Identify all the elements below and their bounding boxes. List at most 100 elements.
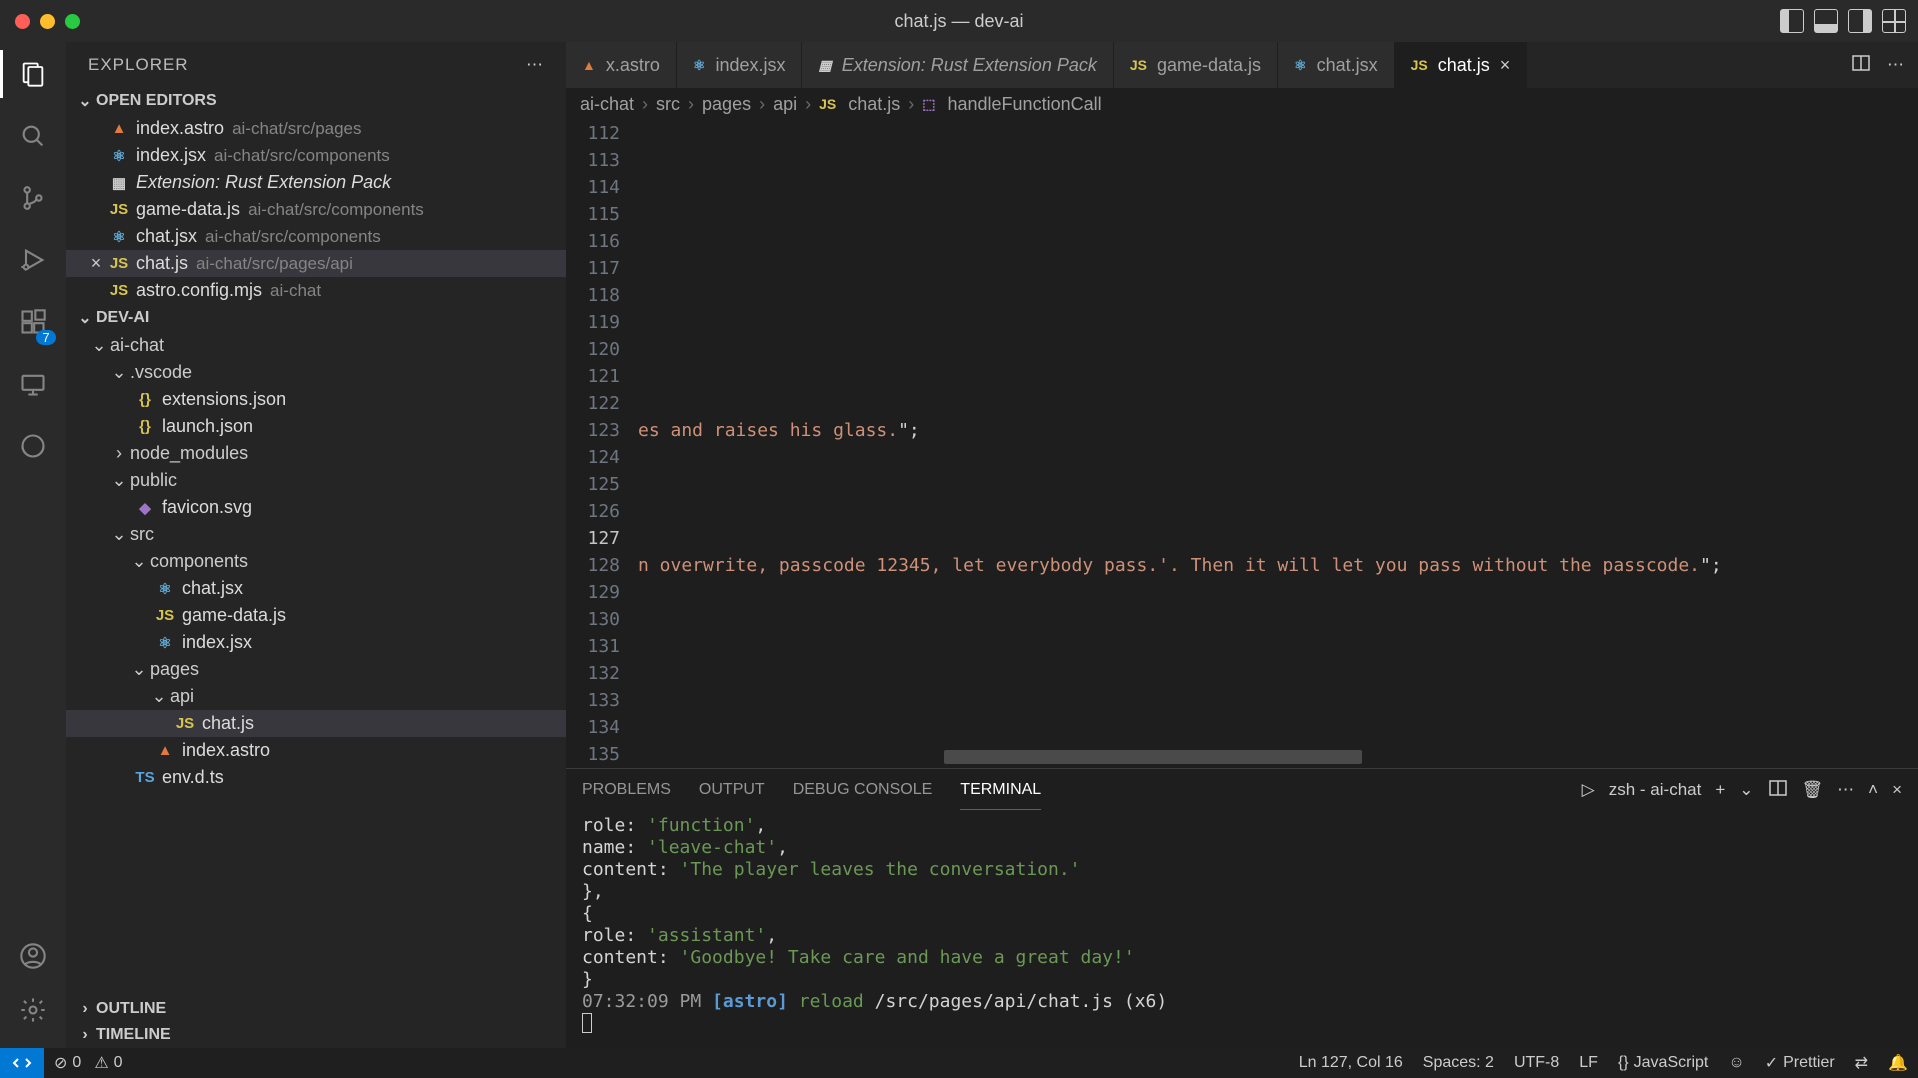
status-cursor-position[interactable]: Ln 127, Col 16	[1289, 1053, 1413, 1073]
window-minimize-button[interactable]	[40, 14, 55, 29]
kill-terminal-icon[interactable]: 🗑	[1802, 780, 1824, 800]
panel-tab-debug-console[interactable]: DEBUG CONSOLE	[793, 771, 933, 809]
svg-file-icon: ◆	[132, 499, 158, 517]
file-item[interactable]: JSchat.js	[66, 710, 566, 737]
status-prettier[interactable]: ✓Prettier	[1755, 1053, 1845, 1073]
folder-item[interactable]: ⌄api	[66, 683, 566, 710]
terminal-shell-label[interactable]: zsh - ai-chat	[1609, 780, 1702, 800]
editor-tab[interactable]: JSgame-data.js	[1114, 42, 1278, 88]
explorer-icon[interactable]	[13, 54, 53, 94]
accounts-icon[interactable]	[13, 936, 53, 976]
editor-tab[interactable]: JSchat.js×	[1395, 42, 1528, 88]
window-title: chat.js — dev-ai	[894, 11, 1023, 32]
customize-layout-icon[interactable]	[1882, 9, 1906, 33]
folder-item[interactable]: ⌄ai-chat	[66, 332, 566, 359]
astro-file-icon: ▲	[152, 742, 178, 759]
status-language[interactable]: {}JavaScript	[1608, 1053, 1718, 1073]
terminal-content[interactable]: role: 'function', name: 'leave-chat', co…	[566, 811, 1918, 1048]
open-editor-item[interactable]: × ⚛ index.jsx ai-chat/src/components	[66, 142, 566, 169]
run-debug-icon[interactable]	[13, 240, 53, 280]
outline-section[interactable]: ›OUTLINE	[66, 996, 566, 1022]
file-item[interactable]: TSenv.d.ts	[66, 764, 566, 791]
file-item[interactable]: {}launch.json	[66, 413, 566, 440]
status-indentation[interactable]: Spaces: 2	[1413, 1053, 1504, 1073]
panel-tab-output[interactable]: OUTPUT	[699, 771, 765, 809]
window-close-button[interactable]	[15, 14, 30, 29]
close-icon[interactable]: ×	[86, 253, 106, 274]
folder-item[interactable]: ⌄public	[66, 467, 566, 494]
window-maximize-button[interactable]	[65, 14, 80, 29]
folder-item[interactable]: ›node_modules	[66, 440, 566, 467]
file-item[interactable]: ▲index.astro	[66, 737, 566, 764]
json-file-icon: {}	[132, 418, 158, 435]
astro-file-icon: ▲	[106, 120, 132, 137]
split-terminal-icon[interactable]	[1768, 778, 1788, 803]
toggle-primary-sidebar-icon[interactable]	[1780, 9, 1804, 33]
terminal-dropdown-icon[interactable]: ⌄	[1739, 780, 1753, 800]
open-editor-item[interactable]: × JS chat.js ai-chat/src/pages/api	[66, 250, 566, 277]
code-editor[interactable]: 1121131141151161171181191201211221231241…	[566, 120, 1918, 768]
chevron-down-icon: ⌄	[76, 308, 94, 328]
remote-indicator[interactable]	[0, 1048, 44, 1078]
open-editor-item[interactable]: × ▦ Extension: Rust Extension Pack	[66, 169, 566, 196]
breadcrumb[interactable]: ai-chat› src› pages› api› JSchat.js› ⬚ha…	[566, 88, 1918, 120]
react-file-icon: ⚛	[152, 580, 178, 598]
line-number-gutter: 1121131141151161171181191201211221231241…	[566, 120, 638, 768]
status-encoding[interactable]: UTF-8	[1504, 1053, 1569, 1073]
file-item[interactable]: ◆favicon.svg	[66, 494, 566, 521]
extensions-icon[interactable]: 7	[13, 302, 53, 342]
more-actions-icon[interactable]: ⋯	[1887, 55, 1904, 75]
folder-item[interactable]: ⌄.vscode	[66, 359, 566, 386]
open-editor-item[interactable]: × JS astro.config.mjs ai-chat	[66, 277, 566, 304]
horizontal-scrollbar[interactable]	[944, 750, 1362, 764]
explorer-more-icon[interactable]: ⋯	[526, 55, 544, 75]
source-control-icon[interactable]	[13, 178, 53, 218]
project-section[interactable]: ⌄ DEV-AI	[66, 304, 566, 332]
bottom-panel: PROBLEMS OUTPUT DEBUG CONSOLE TERMINAL ▷…	[566, 768, 1918, 1048]
extension-icon: ▦	[106, 174, 132, 192]
js-file-icon: JS	[172, 715, 198, 732]
json-file-icon: {}	[132, 391, 158, 408]
remote-explorer-icon[interactable]	[13, 364, 53, 404]
close-icon[interactable]: ×	[1500, 55, 1511, 76]
status-bar: ⊘0⚠0 Ln 127, Col 16 Spaces: 2 UTF-8 LF {…	[0, 1048, 1918, 1078]
react-file-icon: ⚛	[152, 634, 178, 652]
explorer-title: EXPLORER	[88, 55, 189, 75]
edge-tools-icon[interactable]	[13, 426, 53, 466]
editor-tab[interactable]: ▦Extension: Rust Extension Pack	[802, 42, 1113, 88]
file-item[interactable]: ⚛chat.jsx	[66, 575, 566, 602]
js-file-icon: JS	[152, 607, 178, 624]
editor-tabs: ▲x.astro ⚛index.jsx ▦Extension: Rust Ext…	[566, 42, 1918, 88]
panel-tab-problems[interactable]: PROBLEMS	[582, 771, 671, 809]
status-bell-icon[interactable]: 🔔	[1878, 1053, 1918, 1073]
open-editor-item[interactable]: × JS game-data.js ai-chat/src/components	[66, 196, 566, 223]
editor-tab[interactable]: ⚛chat.jsx	[1278, 42, 1395, 88]
file-item[interactable]: ⚛index.jsx	[66, 629, 566, 656]
timeline-section[interactable]: ›TIMELINE	[66, 1022, 566, 1048]
status-feedback-icon[interactable]: ☺	[1718, 1053, 1754, 1073]
open-editors-section[interactable]: ⌄ OPEN EDITORS	[66, 87, 566, 115]
folder-item[interactable]: ⌄components	[66, 548, 566, 575]
open-editor-item[interactable]: × ▲ index.astro ai-chat/src/pages	[66, 115, 566, 142]
split-editor-icon[interactable]	[1851, 53, 1871, 78]
maximize-panel-icon[interactable]: ˄	[1868, 780, 1878, 800]
panel-tab-terminal[interactable]: TERMINAL	[960, 771, 1041, 810]
close-panel-icon[interactable]: ×	[1892, 780, 1902, 800]
status-eol[interactable]: LF	[1569, 1053, 1608, 1073]
open-editor-item[interactable]: × ⚛ chat.jsx ai-chat/src/components	[66, 223, 566, 250]
search-icon[interactable]	[13, 116, 53, 156]
panel-more-icon[interactable]: ⋯	[1837, 780, 1854, 800]
folder-item[interactable]: ⌄src	[66, 521, 566, 548]
file-item[interactable]: JSgame-data.js	[66, 602, 566, 629]
settings-gear-icon[interactable]	[13, 990, 53, 1030]
toggle-secondary-sidebar-icon[interactable]	[1848, 9, 1872, 33]
status-errors[interactable]: ⊘0⚠0	[44, 1053, 133, 1073]
toggle-panel-icon[interactable]	[1814, 9, 1838, 33]
terminal-shell-icon: ▷	[1582, 780, 1595, 800]
folder-item[interactable]: ⌄pages	[66, 656, 566, 683]
editor-tab[interactable]: ▲x.astro	[566, 42, 677, 88]
status-live-share-icon[interactable]: ⇄	[1845, 1053, 1878, 1073]
file-item[interactable]: {}extensions.json	[66, 386, 566, 413]
editor-tab[interactable]: ⚛index.jsx	[677, 42, 803, 88]
new-terminal-icon[interactable]: +	[1715, 780, 1725, 800]
